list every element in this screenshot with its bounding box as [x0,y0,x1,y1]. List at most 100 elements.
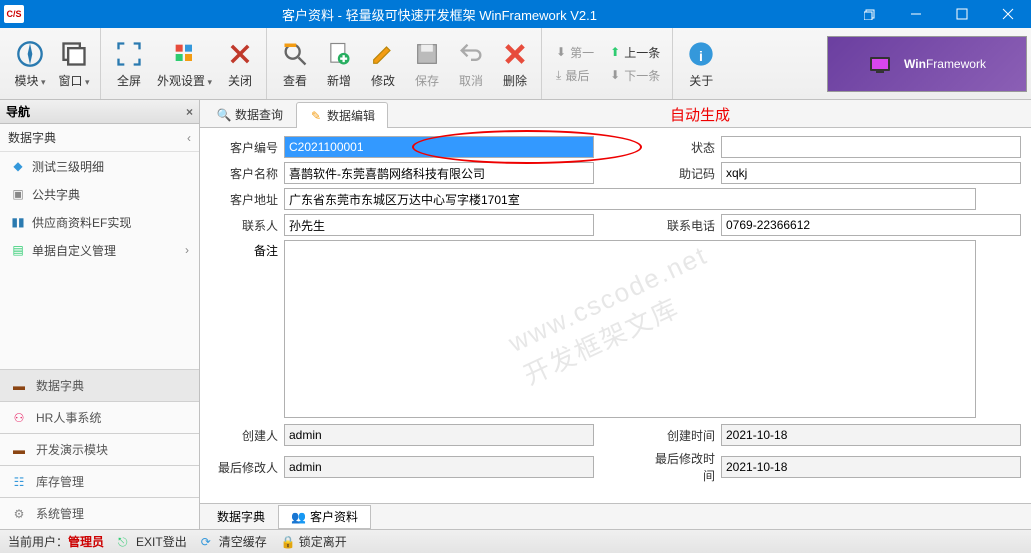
sidebar-header: 导航 × [0,100,199,124]
auto-generate-label: 自动生成 [670,104,730,125]
input-create-time [721,424,1021,446]
input-cust-name[interactable] [284,162,594,184]
label-creator: 创建人 [210,427,278,444]
bottom-tabbar: 数据字典 👥客户资料 [200,503,1031,529]
label-cust-name: 客户名称 [210,165,278,182]
accordion-data-dict[interactable]: ▬数据字典 [0,369,199,401]
label-phone: 联系电话 [647,217,715,234]
sidebar-item-supplier-ef[interactable]: ▮▮供应商资料EF实现 [0,208,199,236]
close-button[interactable] [985,0,1031,28]
input-address[interactable] [284,188,976,210]
bottom-tab-dict[interactable]: 数据字典 [204,505,278,529]
edit-button[interactable]: 修改 [363,36,403,91]
sidebar-item-test3[interactable]: ◆测试三级明细 [0,152,199,180]
book2-icon: ▬ [10,441,28,459]
input-creator [284,424,594,446]
app-icon: C/S [4,5,24,23]
main-area: 🔍数据查询 ✎数据编辑 自动生成 www.cscode.net开发框架文库 客户… [200,100,1031,529]
input-contact[interactable] [284,214,594,236]
ribbon: 模块 窗口 全屏 外观设置 关闭 查看 新增 修改 [0,28,1031,100]
layers-icon: ◆ [10,158,26,174]
svg-text:i: i [699,48,703,64]
gear-icon: ⚙ [10,505,28,523]
prev-record-button[interactable]: ⬆上一条 [608,42,662,63]
accordion-inventory[interactable]: ☷库存管理 [0,465,199,497]
cancel-button[interactable]: 取消 [451,36,491,91]
maximize-button[interactable] [939,0,985,28]
people-icon: ⚇ [10,409,28,427]
titlebar: C/S 客户资料 - 轻量级可快速开发框架 WinFramework V2.1 [0,0,1031,28]
form-area: www.cscode.net开发框架文库 客户编号 状态 客户名称 助记码 客户… [200,128,1031,503]
windows-icon [58,38,90,70]
label-modifier: 最后修改人 [210,459,278,476]
close-form-button[interactable]: 关闭 [220,36,260,91]
last-record-button[interactable]: ⤓最后 [554,65,596,86]
tab-query[interactable]: 🔍数据查询 [204,101,296,127]
building-icon: ▮▮ [10,214,26,230]
exit-icon: ⎋ [118,535,132,549]
sidebar-item-form-custom[interactable]: ▤单据自定义管理› [0,236,199,264]
fullscreen-icon [113,38,145,70]
undo-icon [455,38,487,70]
disk-icon [411,38,443,70]
status-lock[interactable]: 🔒锁定离开 [281,533,347,550]
brand-banner: WinFramework [827,36,1027,92]
cube-icon: ▣ [10,186,26,202]
input-modify-time [721,456,1021,478]
label-address: 客户地址 [210,191,278,208]
tab-edit[interactable]: ✎数据编辑 [296,102,388,128]
status-exit[interactable]: ⎋EXIT登出 [118,533,187,550]
delete-x-icon [499,38,531,70]
users-icon: 👥 [291,510,306,524]
pencil-icon [367,38,399,70]
appearance-button[interactable]: 外观设置 [153,36,216,91]
sidebar-title: 导航 [6,103,30,120]
book-icon: ▬ [10,377,28,395]
accordion-hr[interactable]: ⚇HR人事系统 [0,401,199,433]
status-clear-cache[interactable]: ⟳清空缓存 [201,533,267,550]
bottom-tab-cust[interactable]: 👥客户资料 [278,505,371,529]
delete-button[interactable]: 删除 [495,36,535,91]
input-cust-no[interactable] [284,136,594,158]
first-record-button[interactable]: ⬇第一 [554,42,596,63]
statusbar: 当前用户：管理员 ⎋EXIT登出 ⟳清空缓存 🔒锁定离开 [0,529,1031,553]
input-phone[interactable] [721,214,1021,236]
about-button[interactable]: i 关于 [681,36,721,91]
view-button[interactable]: 查看 [275,36,315,91]
close-icon [224,38,256,70]
textarea-remark[interactable] [284,240,976,418]
input-mnemonic[interactable] [721,162,1021,184]
sidebar-close-icon[interactable]: × [186,105,193,119]
fullscreen-button[interactable]: 全屏 [109,36,149,91]
palette-icon [169,38,201,70]
next-record-button[interactable]: ⬇下一条 [608,65,662,86]
sidebar-section[interactable]: 数据字典 ‹ [0,124,199,152]
search-doc-icon: 🔍 [217,108,231,122]
arrow-down-end-icon: ⤓ [556,68,561,83]
restore-icon[interactable] [847,0,893,28]
module-button[interactable]: 模块 [10,36,50,91]
broom-icon: ⟳ [201,535,215,549]
lock-icon: 🔒 [281,535,295,549]
save-button[interactable]: 保存 [407,36,447,91]
label-mnemonic: 助记码 [647,165,715,182]
label-create-time: 创建时间 [647,427,715,444]
arrow-up-icon: ⬆ [610,45,620,59]
input-status[interactable] [721,136,1021,158]
sidebar-item-public-dict[interactable]: ▣公共字典 [0,180,199,208]
window-button[interactable]: 窗口 [54,36,94,91]
chevron-left-icon: ‹ [187,131,191,145]
label-cust-no: 客户编号 [210,139,278,156]
plus-doc-icon [323,38,355,70]
accordion-dev-demo[interactable]: ▬开发演示模块 [0,433,199,465]
arrow-down-icon: ⬇ [610,68,620,82]
accordion-system[interactable]: ⚙系统管理 [0,497,199,529]
inner-tabbar: 🔍数据查询 ✎数据编辑 自动生成 [200,100,1031,128]
magnify-icon [279,38,311,70]
form-icon: ▤ [10,242,26,258]
label-modify-time: 最后修改时间 [647,450,715,484]
add-button[interactable]: 新增 [319,36,359,91]
minimize-button[interactable] [893,0,939,28]
label-status: 状态 [647,139,715,156]
label-contact: 联系人 [210,217,278,234]
